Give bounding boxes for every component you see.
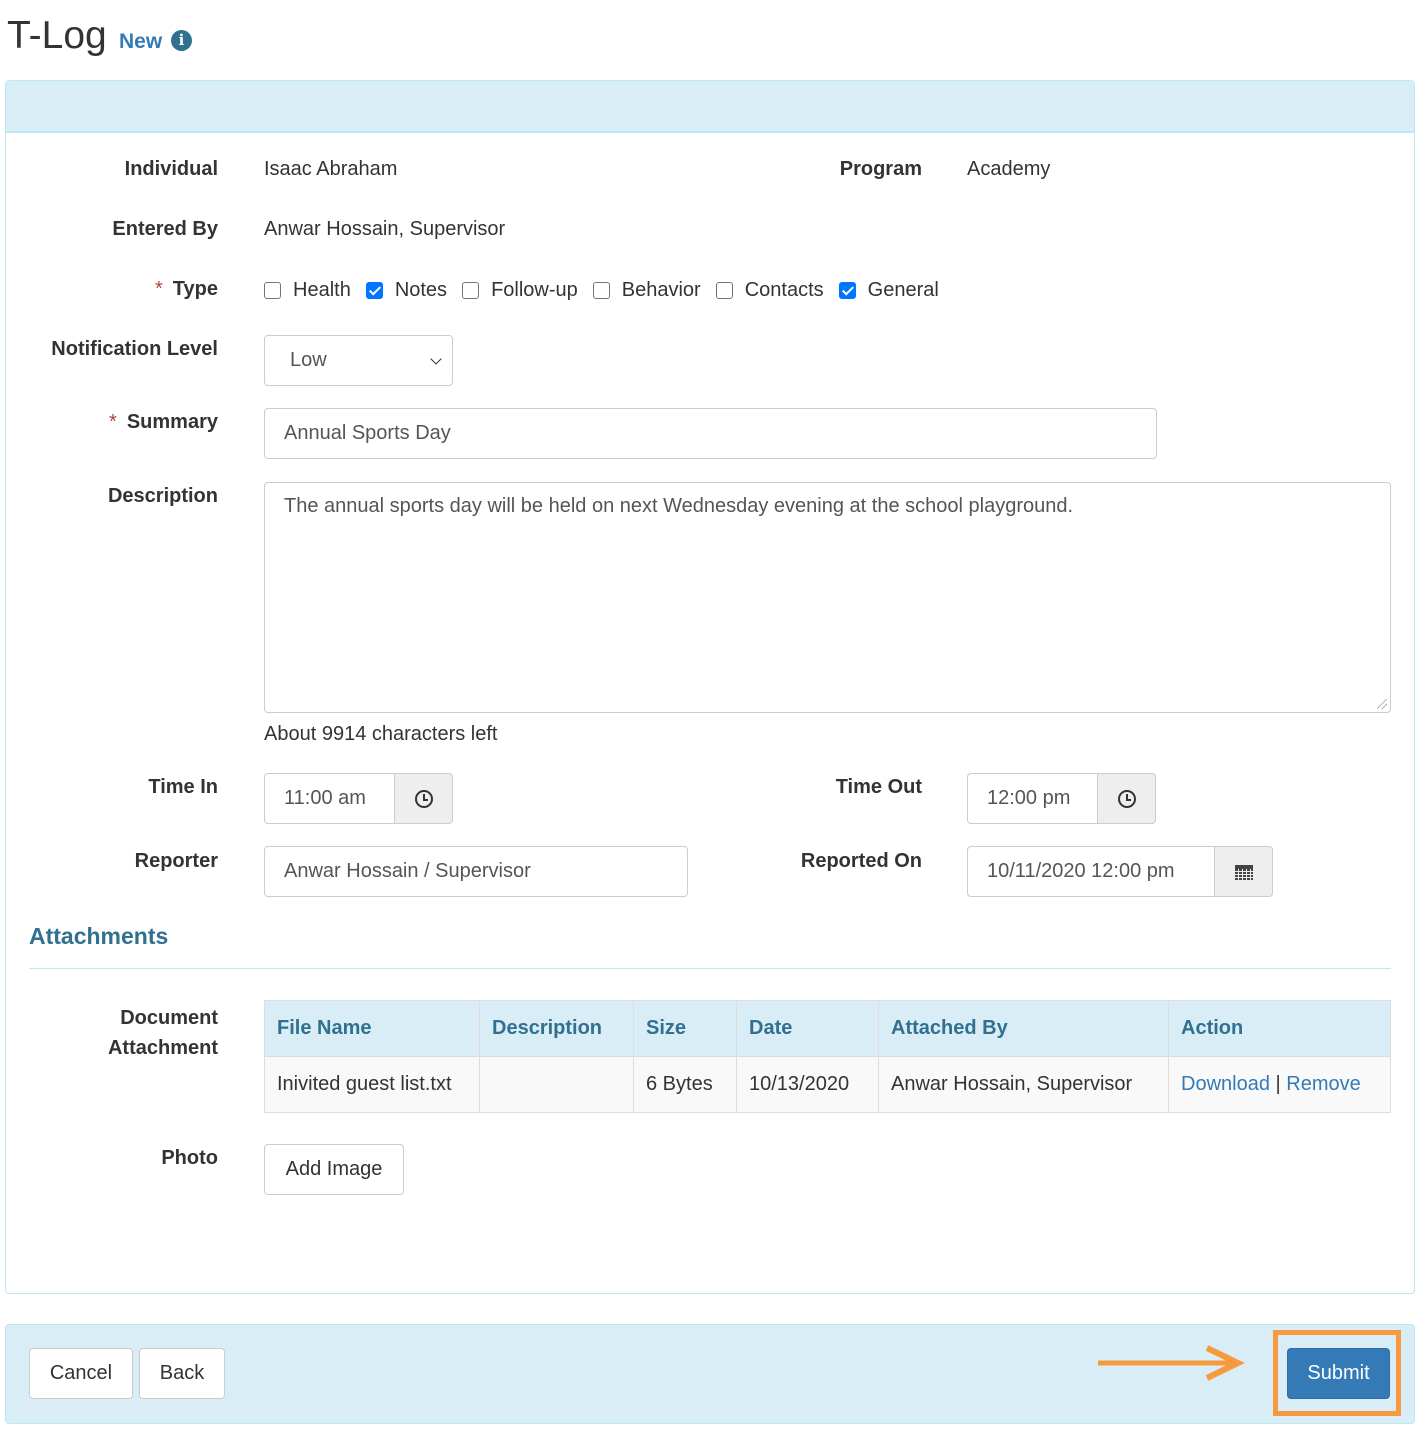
column-header-description[interactable]: Description: [479, 1000, 634, 1057]
type-option-health[interactable]: Health: [264, 279, 351, 302]
checkbox-label: Behavior: [621, 279, 701, 301]
checkbox-label: Contacts: [744, 279, 824, 301]
reported-on-input[interactable]: 10/11/2020 12:00 pm: [967, 846, 1214, 897]
cell-action: Download | Remove: [1168, 1056, 1391, 1113]
time-in-label: Time In: [148, 776, 218, 798]
reporter-input[interactable]: Anwar Hossain / Supervisor: [264, 846, 688, 897]
checkbox-label: Health: [293, 279, 351, 301]
cell-file-name: Inivited guest list.txt: [264, 1056, 480, 1113]
calendar-icon: [1234, 863, 1253, 880]
column-header-action: Action: [1168, 1000, 1391, 1057]
time-out-input[interactable]: 12:00 pm: [967, 773, 1097, 824]
document-attachment-label: Document Attachment: [4, 1003, 218, 1063]
cancel-button[interactable]: Cancel: [29, 1348, 133, 1399]
reported-on-label: Reported On: [800, 850, 922, 872]
individual-label: Individual: [124, 158, 218, 180]
time-in-picker-button[interactable]: [394, 773, 453, 824]
column-header-file-name[interactable]: File Name: [264, 1000, 480, 1057]
remove-link[interactable]: Remove: [1286, 1073, 1360, 1095]
checkbox-health[interactable]: [264, 282, 281, 299]
checkbox-behavior[interactable]: [592, 282, 610, 299]
summary-label: * Summary: [4, 411, 218, 434]
entered-by-label: Entered By: [112, 218, 218, 240]
photo-label: Photo: [161, 1147, 218, 1169]
chevron-down-icon: [430, 352, 442, 365]
time-in-input[interactable]: 11:00 am: [264, 773, 394, 824]
table-header-row: File Name Description Size Date Attached…: [264, 1000, 1391, 1057]
individual-value: Isaac Abraham: [264, 158, 398, 180]
attachments-table: File Name Description Size Date Attached…: [264, 1000, 1391, 1113]
column-header-date[interactable]: Date: [736, 1000, 879, 1057]
description-text: The annual sports day will be held on ne…: [284, 495, 1074, 517]
description-label: Description: [107, 485, 218, 507]
page-title: T-Log: [7, 14, 107, 57]
resize-handle[interactable]: [1377, 699, 1387, 709]
chars-left-hint: About 9914 characters left: [264, 723, 498, 745]
clock-icon: [414, 789, 433, 808]
add-image-button[interactable]: Add Image: [264, 1144, 404, 1195]
type-option-notes[interactable]: Notes: [365, 279, 448, 302]
download-link[interactable]: Download: [1181, 1073, 1270, 1095]
attachments-heading: Attachments: [29, 923, 169, 949]
time-out-label: Time Out: [835, 776, 922, 798]
cell-description: [479, 1056, 634, 1113]
annotation-highlight-box: [1273, 1330, 1401, 1416]
time-in-group: 11:00 am: [264, 773, 453, 824]
time-out-group: 12:00 pm: [967, 773, 1156, 824]
description-textarea[interactable]: The annual sports day will be held on ne…: [264, 482, 1391, 713]
checkbox-contacts[interactable]: [715, 282, 733, 299]
time-out-picker-button[interactable]: [1097, 773, 1156, 824]
required-mark: *: [109, 411, 117, 433]
table-row: Inivited guest list.txt 6 Bytes 10/13/20…: [264, 1056, 1391, 1113]
type-label-text: Type: [172, 278, 218, 300]
reporter-label: Reporter: [134, 850, 218, 872]
cell-size: 6 Bytes: [633, 1056, 737, 1113]
summary-input[interactable]: Annual Sports Day: [264, 408, 1157, 459]
column-header-size[interactable]: Size: [633, 1000, 737, 1057]
checkbox-label: General: [867, 279, 939, 301]
clock-icon: [1117, 789, 1136, 808]
action-separator: |: [1275, 1073, 1281, 1095]
cell-attached-by: Anwar Hossain, Supervisor: [878, 1056, 1169, 1113]
program-value: Academy: [967, 158, 1051, 180]
notification-level-value: Low: [290, 349, 327, 371]
checkbox-label: Follow-up: [491, 279, 578, 301]
checkbox-follow-up[interactable]: [462, 282, 480, 299]
cell-date: 10/13/2020: [736, 1056, 879, 1113]
entered-by-value: Anwar Hossain, Supervisor: [264, 218, 506, 240]
type-label: * Type: [4, 278, 218, 301]
reported-on-picker-button[interactable]: [1214, 846, 1273, 897]
type-checkbox-group: Health Notes Follow-up Behavior Contacts…: [264, 279, 954, 302]
attachments-divider: [29, 968, 1391, 969]
checkbox-notes[interactable]: [365, 282, 383, 299]
notification-level-label: Notification Level: [51, 338, 218, 360]
mode-label: New: [119, 30, 163, 53]
type-option-follow-up[interactable]: Follow-up: [462, 279, 578, 302]
column-header-attached-by[interactable]: Attached By: [878, 1000, 1169, 1057]
program-label: Program: [839, 158, 922, 180]
reported-on-group: 10/11/2020 12:00 pm: [967, 846, 1273, 897]
checkbox-label: Notes: [394, 279, 448, 301]
document-attachment-label-line1: Document: [120, 1007, 218, 1029]
summary-label-text: Summary: [126, 411, 218, 433]
info-circle-icon[interactable]: i: [171, 30, 192, 51]
type-option-contacts[interactable]: Contacts: [715, 279, 824, 302]
document-attachment-label-line2: Attachment: [107, 1037, 218, 1059]
annotation-arrow-icon: [1098, 1345, 1245, 1381]
back-button[interactable]: Back: [139, 1348, 225, 1399]
checkbox-general[interactable]: [838, 282, 856, 299]
panel-heading: [6, 81, 1414, 133]
type-option-general[interactable]: General: [838, 279, 939, 302]
required-mark: *: [155, 278, 163, 300]
notification-level-select[interactable]: Low: [264, 335, 453, 386]
type-option-behavior[interactable]: Behavior: [592, 279, 701, 302]
